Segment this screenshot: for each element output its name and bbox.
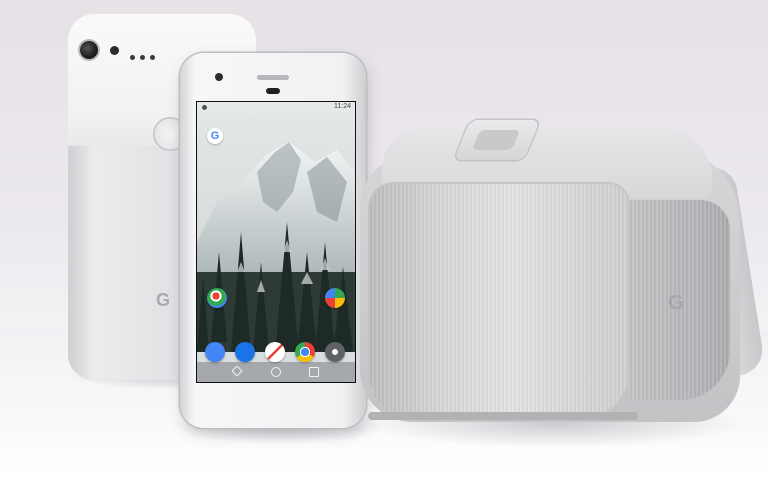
headset-front-fabric [368,182,630,418]
navigation-bar [197,362,355,382]
status-time: 11:24 [334,103,351,110]
vr-headset: G [350,120,768,430]
gmail-icon[interactable] [265,342,285,362]
maps-icon[interactable] [207,288,227,308]
phone-screen[interactable]: 11:24 G [196,101,356,383]
product-photo-scene: G 11:24 G G [0,0,768,479]
status-bar: 11:24 [197,102,355,113]
back-button-icon[interactable] [231,365,243,377]
wallpaper-mountain-forest [197,102,355,382]
sensor-slot [266,88,280,94]
front-camera-icon [215,73,223,81]
headset-bottom-rim [368,412,638,420]
sensor-dot [150,55,155,60]
sensor-dot [140,55,145,60]
messages-icon[interactable] [235,342,255,362]
rear-phone-brand-mark: G [156,290,171,310]
camera-icon[interactable] [325,342,345,362]
chrome-icon[interactable] [295,342,315,362]
home-button-icon[interactable] [271,367,281,377]
earpiece-speaker [257,75,289,80]
headset-brand-mark: G [668,292,684,314]
notification-dot-icon [202,105,207,110]
front-phone: 11:24 G [180,53,366,428]
play-store-icon[interactable] [325,288,345,308]
phone-icon[interactable] [205,342,225,362]
google-search-widget[interactable]: G [207,128,223,144]
rear-camera-lens-icon [80,41,98,59]
recents-button-icon[interactable] [309,367,319,377]
rear-flash-icon [110,46,119,55]
rear-sensor-dots [130,47,160,65]
sensor-dot [130,55,135,60]
